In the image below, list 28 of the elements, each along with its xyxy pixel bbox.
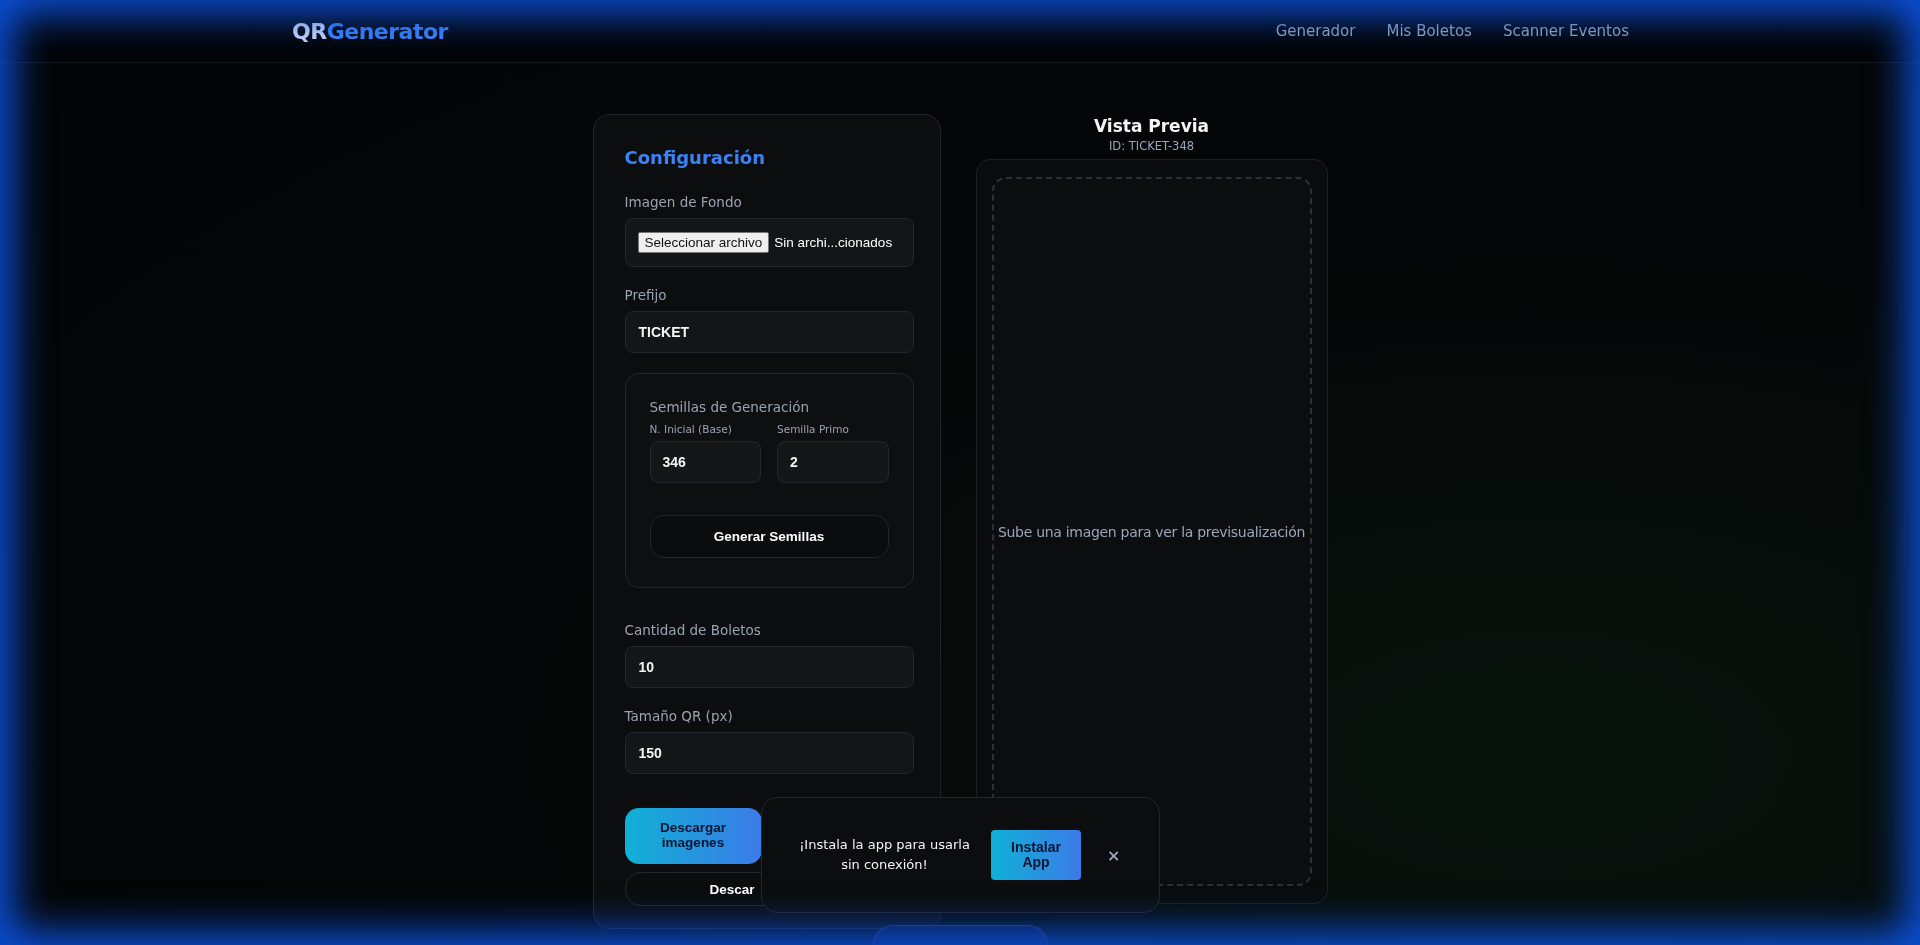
input-field[interactable]: 346 bbox=[649, 441, 761, 483]
file-input[interactable]: Seleccionar archivo Sin archi...cionados bbox=[624, 218, 914, 267]
nav-link[interactable]: Scanner Eventos bbox=[1502, 22, 1629, 40]
field-label: N. Inicial (Base) bbox=[649, 423, 733, 435]
close-button[interactable]: × bbox=[1107, 845, 1121, 865]
input-field[interactable]: 2 bbox=[777, 441, 889, 483]
field-label: Cantidad de Boletos bbox=[624, 622, 762, 638]
file-status: Sin archi...cionados bbox=[774, 235, 893, 250]
toast-message: ¡Instala la app para usarla sin conexión! bbox=[798, 835, 971, 874]
field-label: Tamaño QR (px) bbox=[624, 708, 734, 724]
panel-title: Configuración bbox=[624, 147, 766, 168]
nav-link[interactable]: Generador bbox=[1275, 22, 1356, 40]
generate-seeds-button[interactable]: Generar Semillas bbox=[649, 515, 889, 558]
nav-link[interactable]: Mis Boletos bbox=[1386, 22, 1472, 40]
choose-file-button[interactable]: Seleccionar archivo bbox=[637, 232, 770, 253]
ticket-id: ID: TICKET-348 bbox=[1107, 139, 1196, 153]
app-logo[interactable]: QRGenerator bbox=[292, 18, 448, 44]
field-label: Imagen de Fondo bbox=[624, 194, 743, 210]
field-label: Semilla Primo bbox=[777, 423, 850, 435]
install-button[interactable]: Instalar App bbox=[991, 830, 1081, 880]
input-field[interactable]: 150 bbox=[624, 732, 914, 774]
empty-message: Sube una imagen para ver la previsualización bbox=[997, 523, 1306, 540]
section-title: Semillas de Generación bbox=[649, 399, 810, 415]
preview-title: Vista Previa bbox=[1092, 116, 1211, 136]
input-field[interactable]: TICKET bbox=[624, 311, 914, 353]
download-button[interactable]: Descargar imagenes bbox=[624, 808, 762, 864]
input-field[interactable]: 10 bbox=[624, 646, 914, 688]
field-label: Prefijo bbox=[624, 287, 668, 303]
